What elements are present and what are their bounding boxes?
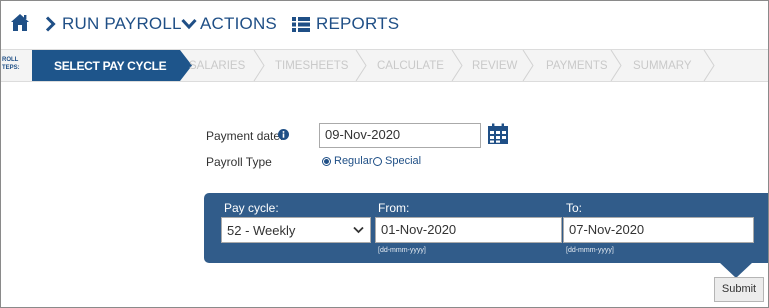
nav-reports-label: REPORTS [316,14,400,33]
nav-reports[interactable]: REPORTS [292,14,399,34]
payment-date-label: Payment date: [206,129,284,143]
to-label: To: [566,201,583,215]
payroll-type-regular-radio[interactable]: Regular [322,155,373,167]
payment-date-input[interactable]: 09-Nov-2020 [319,123,481,148]
step-separator-icon [522,50,534,81]
step-review[interactable]: REVIEW [472,50,517,81]
to-date-format-hint: [dd-mmm-yyyy] [566,247,614,254]
payroll-window: RUN PAYROLL ACTIONS REPORTS ROLL TEPS: S… [0,0,769,308]
radio-unselected-icon [373,156,382,166]
pay-period-panel: Pay cycle: From: To: 52 - Weekly 01-Nov-… [204,193,768,263]
nav-run-payroll[interactable]: RUN PAYROLL [45,14,182,34]
payroll-type-regular-label: Regular [334,155,373,167]
chevron-down-icon [353,226,364,234]
steps-label: ROLL TEPS: [2,56,30,72]
pay-cycle-value: 52 - Weekly [227,223,296,238]
top-nav: RUN PAYROLL ACTIONS REPORTS [1,1,768,49]
from-label: From: [378,201,410,215]
payroll-steps-bar: ROLL TEPS: SELECT PAY CYCLE SALARIES TIM… [1,49,768,82]
payroll-type-label: Payroll Type [206,155,272,169]
to-date-input[interactable]: 07-Nov-2020 [563,217,754,243]
step-payments[interactable]: PAYMENTS [546,50,608,81]
from-date-input[interactable]: 01-Nov-2020 [375,217,562,243]
panel-pointer-arrow [719,262,753,278]
submit-button[interactable]: Submit [714,277,764,302]
step-summary[interactable]: SUMMARY [633,50,692,81]
step-calculate[interactable]: CALCULATE [377,50,444,81]
info-icon[interactable] [278,129,289,140]
pay-cycle-label: Pay cycle: [224,201,279,215]
step-select-pay-cycle-label: SELECT PAY CYCLE [32,50,180,81]
payroll-type-special-label: Special [385,155,422,167]
step-salaries[interactable]: SALARIES [189,50,245,81]
chevron-right-icon [45,16,56,32]
step-separator-icon [703,50,715,81]
calendar-icon[interactable] [487,123,509,145]
step-timesheets[interactable]: TIMESHEETS [275,50,348,81]
home-icon [11,14,29,31]
steps-label-line2: TEPS: [2,65,20,71]
list-icon [292,16,310,32]
pay-cycle-select[interactable]: 52 - Weekly [221,217,371,243]
chevron-down-icon [181,18,197,30]
home-button[interactable] [10,13,30,32]
step-separator-icon [610,50,622,81]
payroll-type-special-radio[interactable]: Special [373,155,421,167]
from-date-format-hint: [dd-mmm-yyyy] [378,247,426,254]
step-separator-icon [451,50,463,81]
nav-run-payroll-label: RUN PAYROLL [62,14,182,33]
radio-selected-icon [322,156,331,166]
step-separator-icon [253,50,265,81]
nav-actions-label: ACTIONS [200,14,277,33]
steps-label-line1: ROLL [2,57,19,63]
nav-actions[interactable]: ACTIONS [181,14,277,34]
step-separator-icon [355,50,367,81]
